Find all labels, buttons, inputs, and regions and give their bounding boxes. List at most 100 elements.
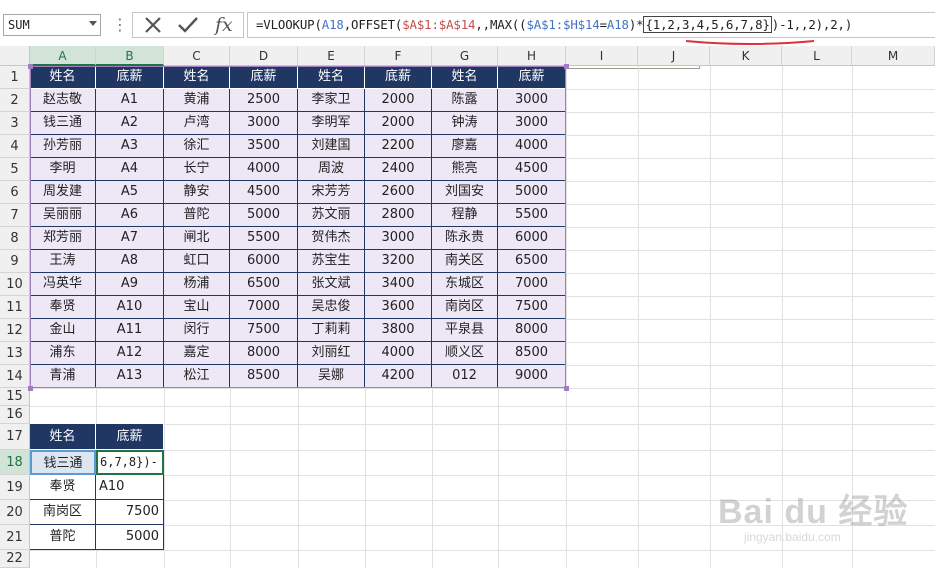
table-cell[interactable]: 刘建国 (298, 135, 365, 158)
table-cell[interactable]: 6500 (498, 250, 566, 273)
table-cell[interactable]: 闸北 (164, 227, 230, 250)
table-cell[interactable]: 张文斌 (298, 273, 365, 296)
table-cell[interactable]: A5 (96, 181, 164, 204)
row-header-21[interactable]: 21 (0, 525, 30, 550)
table-cell[interactable]: 静安 (164, 181, 230, 204)
lookup-header-cell[interactable]: 底薪 (96, 424, 164, 450)
table-cell[interactable]: A6 (96, 204, 164, 227)
table-cell[interactable]: 杨浦 (164, 273, 230, 296)
table-cell[interactable]: 苏宝生 (298, 250, 365, 273)
table-cell[interactable]: 李家卫 (298, 89, 365, 112)
table-cell[interactable]: 黄浦 (164, 89, 230, 112)
table-header-cell[interactable]: 姓名 (432, 66, 498, 89)
column-header-b[interactable]: B (96, 46, 164, 66)
table-cell[interactable]: 8500 (230, 365, 298, 388)
table-cell[interactable]: A4 (96, 158, 164, 181)
table-cell[interactable]: 2800 (365, 204, 432, 227)
column-header-l[interactable]: L (782, 46, 852, 66)
row-header-12[interactable]: 12 (0, 319, 30, 342)
table-cell[interactable]: 徐汇 (164, 135, 230, 158)
chevron-down-icon[interactable] (89, 21, 97, 26)
table-cell[interactable]: 3000 (365, 227, 432, 250)
table-cell[interactable]: 2000 (365, 89, 432, 112)
table-cell[interactable]: 浦东 (30, 342, 96, 365)
row-header-11[interactable]: 11 (0, 296, 30, 319)
table-header-cell[interactable]: 姓名 (298, 66, 365, 89)
table-cell[interactable]: 周发建 (30, 181, 96, 204)
table-cell[interactable]: 3400 (365, 273, 432, 296)
editing-cell-b18[interactable]: 6,7,8})- (96, 450, 164, 475)
column-header-m[interactable]: M (852, 46, 935, 66)
row-header-6[interactable]: 6 (0, 181, 30, 204)
table-cell[interactable]: 苏文丽 (298, 204, 365, 227)
table-cell[interactable]: 3000 (498, 89, 566, 112)
column-header-c[interactable]: C (164, 46, 230, 66)
table-cell[interactable]: 金山 (30, 319, 96, 342)
row-header-14[interactable]: 14 (0, 365, 30, 388)
column-header-j[interactable]: J (638, 46, 710, 66)
table-cell[interactable]: 陈永贵 (432, 227, 498, 250)
table-cell[interactable]: A13 (96, 365, 164, 388)
column-header-a[interactable]: A (30, 46, 96, 66)
table-cell[interactable]: 周波 (298, 158, 365, 181)
table-cell[interactable]: 4000 (230, 158, 298, 181)
row-header-17[interactable]: 17 (0, 424, 30, 450)
table-cell[interactable]: 吴娜 (298, 365, 365, 388)
table-cell[interactable]: 7000 (498, 273, 566, 296)
table-cell[interactable]: 4500 (498, 158, 566, 181)
table-cell[interactable]: 虹口 (164, 250, 230, 273)
table-cell[interactable]: 长宁 (164, 158, 230, 181)
table-cell[interactable]: A10 (96, 296, 164, 319)
table-cell[interactable]: 东城区 (432, 273, 498, 296)
row-header-16[interactable]: 16 (0, 406, 30, 424)
row-header-8[interactable]: 8 (0, 227, 30, 250)
row-header-1[interactable]: 1 (0, 66, 30, 89)
table-cell[interactable]: 5000 (230, 204, 298, 227)
table-cell[interactable]: 青浦 (30, 365, 96, 388)
table-cell[interactable]: 平泉县 (432, 319, 498, 342)
table-cell[interactable]: 孙芳丽 (30, 135, 96, 158)
table-cell[interactable]: 陈露 (432, 89, 498, 112)
row-header-19[interactable]: 19 (0, 475, 30, 500)
lookup-value-cell[interactable]: A10 (96, 475, 164, 500)
table-cell[interactable]: 吴忠俊 (298, 296, 365, 319)
row-header-22[interactable]: 22 (0, 550, 30, 568)
column-header-h[interactable]: H (498, 46, 566, 66)
row-header-13[interactable]: 13 (0, 342, 30, 365)
table-header-cell[interactable]: 底薪 (498, 66, 566, 89)
row-header-9[interactable]: 9 (0, 250, 30, 273)
enter-icon[interactable] (177, 16, 199, 34)
table-cell[interactable]: A8 (96, 250, 164, 273)
table-cell[interactable]: A2 (96, 112, 164, 135)
table-cell[interactable]: 3000 (230, 112, 298, 135)
table-cell[interactable]: 2000 (365, 112, 432, 135)
table-cell[interactable]: A3 (96, 135, 164, 158)
table-cell[interactable]: 熊亮 (432, 158, 498, 181)
column-header-g[interactable]: G (432, 46, 498, 66)
table-cell[interactable]: 赵志敬 (30, 89, 96, 112)
table-cell[interactable]: 钟涛 (432, 112, 498, 135)
table-cell[interactable]: 丁莉莉 (298, 319, 365, 342)
table-cell[interactable]: 奉贤 (30, 296, 96, 319)
table-cell[interactable]: 王涛 (30, 250, 96, 273)
table-cell[interactable]: 冯英华 (30, 273, 96, 296)
insert-function-icon[interactable]: fx (215, 14, 233, 36)
table-cell[interactable]: 吴丽丽 (30, 204, 96, 227)
column-header-k[interactable]: K (710, 46, 782, 66)
table-cell[interactable]: 李明 (30, 158, 96, 181)
column-header-i[interactable]: I (566, 46, 638, 66)
table-header-cell[interactable]: 姓名 (164, 66, 230, 89)
table-cell[interactable]: A11 (96, 319, 164, 342)
table-cell[interactable]: 普陀 (164, 204, 230, 227)
row-header-7[interactable]: 7 (0, 204, 30, 227)
table-cell[interactable]: 宋芳芳 (298, 181, 365, 204)
row-header-5[interactable]: 5 (0, 158, 30, 181)
table-cell[interactable]: 2600 (365, 181, 432, 204)
column-header-e[interactable]: E (298, 46, 365, 66)
table-header-cell[interactable]: 底薪 (96, 66, 164, 89)
table-cell[interactable]: 顺义区 (432, 342, 498, 365)
row-header-4[interactable]: 4 (0, 135, 30, 158)
name-box[interactable]: SUM (3, 14, 101, 36)
table-cell[interactable]: 3800 (365, 319, 432, 342)
more-options-icon[interactable]: ⋮ (112, 15, 128, 35)
